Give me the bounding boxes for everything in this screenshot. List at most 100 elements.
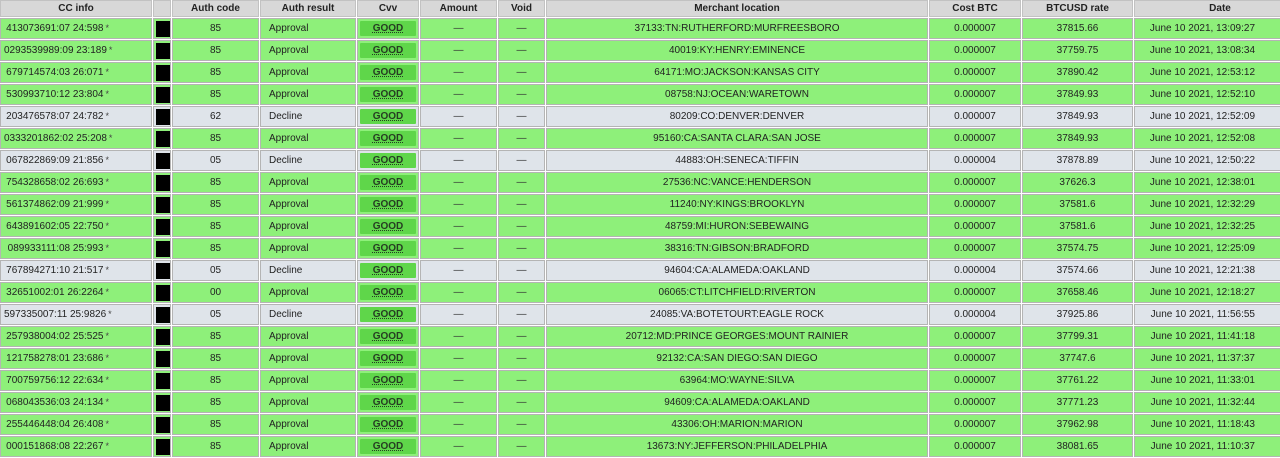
- table-row[interactable]: 679714574:03 26:071 * 85 Approval GOOD — —6417…: [0, 62, 1280, 83]
- cc-info-text: 643891602:05 22:750: [6, 221, 104, 232]
- date-cell: June 10 2021, 12:32:25: [1134, 216, 1280, 237]
- cc-info-text: 700759756:12 22:634: [6, 375, 104, 386]
- table-row[interactable]: 068043536:03 24:134 * 85 Approval GOOD — —9460…: [0, 392, 1280, 413]
- cvv-status-badge[interactable]: GOOD: [360, 241, 416, 256]
- col-header-date[interactable]: Date: [1134, 0, 1280, 17]
- cvv-status-badge[interactable]: GOOD: [360, 197, 416, 212]
- cvv-status-badge[interactable]: GOOD: [360, 439, 416, 454]
- table-row[interactable]: 000151868:08 22:267 * 85 Approval GOOD — —1367…: [0, 436, 1280, 457]
- amount-cell: —: [420, 128, 497, 149]
- cvv-status-badge[interactable]: GOOD: [360, 329, 416, 344]
- star-icon[interactable]: *: [105, 177, 109, 187]
- merchant-location-cell: 27536:NC:VANCE:HENDERSON: [546, 172, 928, 193]
- cvv-status-badge[interactable]: GOOD: [360, 175, 416, 190]
- star-icon[interactable]: *: [105, 23, 109, 33]
- cvv-status-badge[interactable]: GOOD: [360, 65, 416, 80]
- masked-block-cell: [153, 106, 171, 127]
- masked-block-cell: [153, 326, 171, 347]
- cc-info-text: 597335007:11 25:9826: [4, 309, 107, 320]
- col-header-amount[interactable]: Amount: [420, 0, 497, 17]
- star-icon[interactable]: *: [109, 133, 113, 143]
- merchant-location-cell: 92132:CA:SAN DIEGO:SAN DIEGO: [546, 348, 928, 369]
- table-row[interactable]: 700759756:12 22:634 * 85 Approval GOOD — —6396…: [0, 370, 1280, 391]
- col-header-void[interactable]: Void: [498, 0, 545, 17]
- cvv-status-badge[interactable]: GOOD: [360, 109, 416, 124]
- col-header-cost-btc[interactable]: Cost BTC: [929, 0, 1021, 17]
- col-header-merchant-location[interactable]: Merchant location: [546, 0, 928, 17]
- cvv-status-badge[interactable]: GOOD: [360, 417, 416, 432]
- table-row[interactable]: 089933111:08 25:993 * 85 Approval GOOD — —3831…: [0, 238, 1280, 259]
- masked-block-cell: [153, 238, 171, 259]
- table-row[interactable]: 754328658:02 26:693 * 85 Approval GOOD — —2753…: [0, 172, 1280, 193]
- cc-info-text: 067822869:09 21:856: [6, 155, 104, 166]
- star-icon[interactable]: *: [105, 419, 109, 429]
- col-header-auth-code[interactable]: Auth code: [172, 0, 259, 17]
- star-icon[interactable]: *: [108, 309, 112, 319]
- table-row[interactable]: 067822869:09 21:856 * 05 Decline GOOD — —44883…: [0, 150, 1280, 171]
- star-icon[interactable]: *: [105, 375, 109, 385]
- col-header-auth-result[interactable]: Auth result: [260, 0, 356, 17]
- date-cell: June 10 2021, 11:18:43: [1134, 414, 1280, 435]
- cvv-status-badge[interactable]: GOOD: [360, 307, 416, 322]
- star-icon[interactable]: *: [105, 331, 109, 341]
- auth-result-cell: Approval: [260, 216, 356, 237]
- star-icon[interactable]: *: [105, 441, 109, 451]
- star-icon[interactable]: *: [105, 265, 109, 275]
- cc-info-cell: 754328658:02 26:693 *: [0, 172, 152, 193]
- table-row[interactable]: 121758278:01 23:686 * 85 Approval GOOD — —9213…: [0, 348, 1280, 369]
- star-icon[interactable]: *: [105, 243, 109, 253]
- table-row[interactable]: 643891602:05 22:750 * 85 Approval GOOD — —4875…: [0, 216, 1280, 237]
- table-row[interactable]: 413073691:07 24:598 * 85 Approval GOOD — —3713…: [0, 18, 1280, 39]
- cvv-status-badge[interactable]: GOOD: [360, 43, 416, 58]
- auth-code-cell: 85: [172, 18, 259, 39]
- table-row[interactable]: 561374862:09 21:999 * 85 Approval GOOD — —1124…: [0, 194, 1280, 215]
- cvv-status-badge[interactable]: GOOD: [360, 87, 416, 102]
- cvv-status-badge[interactable]: GOOD: [360, 219, 416, 234]
- col-header-cc-info[interactable]: CC info: [0, 0, 152, 17]
- table-row[interactable]: 0333201862:02 25:208 * 85 Approval GOOD — —951…: [0, 128, 1280, 149]
- cvv-status-badge[interactable]: GOOD: [360, 153, 416, 168]
- star-icon[interactable]: *: [105, 89, 109, 99]
- date-cell: June 10 2021, 12:32:29: [1134, 194, 1280, 215]
- void-cell: —: [498, 18, 545, 39]
- amount-cell: —: [420, 392, 497, 413]
- btcusd-rate-cell: 37849.93: [1022, 128, 1133, 149]
- date-cell: June 10 2021, 11:33:01: [1134, 370, 1280, 391]
- cvv-status-badge[interactable]: GOOD: [360, 285, 416, 300]
- star-icon[interactable]: *: [105, 111, 109, 121]
- cvv-status-badge[interactable]: GOOD: [360, 21, 416, 36]
- cvv-status-badge[interactable]: GOOD: [360, 131, 416, 146]
- star-icon[interactable]: *: [105, 155, 109, 165]
- table-row[interactable]: 32651002:01 26:2264 * 00 Approval GOOD — —0606…: [0, 282, 1280, 303]
- date-cell: June 10 2021, 11:56:55: [1134, 304, 1280, 325]
- table-row[interactable]: 255446448:04 26:408 * 85 Approval GOOD — —4330…: [0, 414, 1280, 435]
- table-row[interactable]: 0293539989:09 23:189 * 85 Approval GOOD — —400…: [0, 40, 1280, 61]
- col-header-btcusd-rate[interactable]: BTCUSD rate: [1022, 0, 1133, 17]
- void-cell: —: [498, 172, 545, 193]
- cvv-cell: GOOD: [357, 348, 419, 369]
- cvv-status-badge[interactable]: GOOD: [360, 395, 416, 410]
- star-icon[interactable]: *: [105, 221, 109, 231]
- cvv-status-badge[interactable]: GOOD: [360, 373, 416, 388]
- btcusd-rate-cell: 37849.93: [1022, 84, 1133, 105]
- star-icon[interactable]: *: [105, 67, 109, 77]
- cvv-status-badge[interactable]: GOOD: [360, 263, 416, 278]
- table-row[interactable]: 203476578:07 24:782 * 62 Decline GOOD — —80209…: [0, 106, 1280, 127]
- masked-block: [156, 64, 170, 81]
- table-row[interactable]: 530993710:12 23:804 * 85 Approval GOOD — —0875…: [0, 84, 1280, 105]
- table-row[interactable]: 767894271:10 21:517 * 05 Decline GOOD — —94604…: [0, 260, 1280, 281]
- star-icon[interactable]: *: [105, 287, 109, 297]
- star-icon[interactable]: *: [105, 353, 109, 363]
- cc-info-cell: 561374862:09 21:999 *: [0, 194, 152, 215]
- masked-block: [156, 350, 170, 367]
- cc-info-cell: 413073691:07 24:598 *: [0, 18, 152, 39]
- star-icon[interactable]: *: [105, 397, 109, 407]
- col-header-cvv[interactable]: Cvv: [357, 0, 419, 17]
- star-icon[interactable]: *: [105, 199, 109, 209]
- table-row[interactable]: 597335007:11 25:9826 * 05 Decline GOOD — —2408…: [0, 304, 1280, 325]
- cvv-status-badge[interactable]: GOOD: [360, 351, 416, 366]
- btcusd-rate-cell: 37815.66: [1022, 18, 1133, 39]
- star-icon[interactable]: *: [109, 45, 113, 55]
- auth-code-cell: 05: [172, 150, 259, 171]
- table-row[interactable]: 257938004:02 25:525 * 85 Approval GOOD — —2071…: [0, 326, 1280, 347]
